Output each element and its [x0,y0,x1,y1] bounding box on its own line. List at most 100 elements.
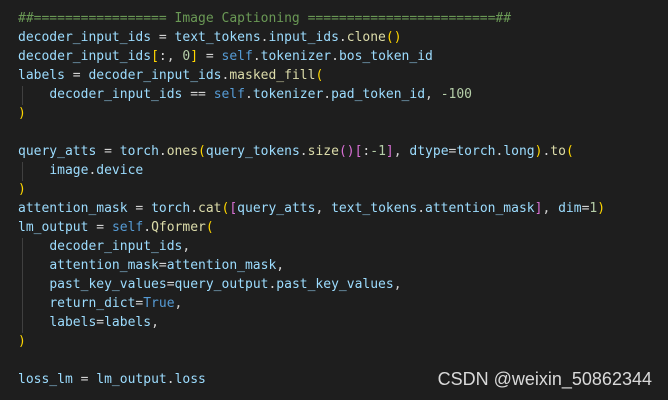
code-token: , [315,201,332,216]
code-token: ( [315,68,324,83]
code-line[interactable]: decoder_input_ids, [18,237,190,256]
code-line[interactable]: labels = decoder_input_ids.masked_fill( [18,66,323,85]
code-line[interactable]: ) [18,332,26,351]
code-token: [ [229,201,238,216]
code-token: ] [190,49,199,64]
code-token: pad_token_id [331,87,426,102]
code-token: loss_lm [18,372,73,387]
code-token: . [299,144,308,159]
code-token: to [550,144,566,159]
code-token: attention_mask [18,201,128,216]
code-token: decoder_input_ids [18,30,152,45]
code-token: , [276,258,285,273]
code-line[interactable]: loss_lm = lm_output.loss [18,370,206,389]
code-token: query_output [174,277,269,292]
code-line[interactable]: decoder_input_ids[:, 0] = self.tokenizer… [18,47,433,66]
indent-guide [22,86,23,105]
indent-guide [22,162,23,181]
code-token: () [385,30,402,45]
code-token: attention_mask [425,201,535,216]
code-token: . [331,49,339,64]
code-line[interactable]: attention_mask=attention_mask, [18,256,284,275]
code-token: bos_token_id [338,49,433,64]
code-line[interactable]: return_dict=True, [18,294,182,313]
code-token: torch [119,144,159,159]
code-token: torch [456,144,496,159]
code-token: input_ids [268,30,339,45]
code-token: . [158,144,167,159]
code-token: ) [597,201,606,216]
code-token: :, [158,49,183,64]
code-token: , [393,277,402,292]
code-token: == [182,87,214,102]
code-token: = [64,68,89,83]
code-token: decoder_input_ids [49,87,183,102]
code-editor[interactable]: ##================= Image Captioning ===… [0,0,668,400]
code-token: ( [565,144,574,159]
code-token: query_tokens [205,144,300,159]
code-token: clone [346,30,386,45]
code-token: long [503,144,535,159]
code-token: ) [18,334,26,349]
code-token: dim [558,201,582,216]
code-line[interactable]: image.device [18,161,143,180]
code-token: True [143,296,175,311]
code-token: = [72,372,97,387]
code-line[interactable]: labels=labels, [18,313,159,332]
code-token: . [143,220,152,235]
code-line[interactable]: decoder_input_ids == self.tokenizer.pad_… [18,85,472,104]
code-token: . [417,201,426,216]
code-token: . [245,87,253,102]
code-token: , [151,315,159,330]
code-token: -1 [370,144,386,159]
code-token: , [174,296,183,311]
code-token: tokenizer [260,49,332,64]
indent-guide [22,238,23,333]
code-line[interactable]: query_atts = torch.ones(query_tokens.siz… [18,142,574,161]
code-token: text_tokens [174,30,261,45]
code-token: query_atts [237,201,316,216]
code-token: lm_output [18,220,89,235]
code-line[interactable]: lm_output = self.Qformer( [18,218,214,237]
code-token: attention_mask [166,258,277,273]
code-token: attention_mask [49,258,159,273]
code-token: . [190,201,199,216]
code-line[interactable]: attention_mask = torch.cat([query_atts, … [18,199,605,218]
code-token: torch [151,201,191,216]
code-line[interactable]: ##================= Image Captioning ===… [18,9,511,28]
code-token: self [221,49,253,64]
code-token: ) [18,106,26,121]
code-token: cat [198,201,222,216]
code-token: decoder_input_ids [18,49,152,64]
code-token: , [393,144,410,159]
code-token: self [111,220,144,235]
code-token: () [338,144,355,159]
code-token: ( [205,220,214,235]
code-line[interactable]: ) [18,104,26,123]
code-token: ) [18,182,26,197]
code-token: masked_fill [229,68,316,83]
code-token: self [213,87,245,102]
code-line[interactable]: decoder_input_ids = text_tokens.input_id… [18,28,402,47]
code-token: , [542,201,559,216]
code-token: , [425,87,441,102]
code-line[interactable]: ) [18,180,26,199]
code-line[interactable]: past_key_values=query_output.past_key_va… [18,275,402,294]
code-token: = [151,30,175,45]
code-token: labels [49,315,97,330]
code-token: past_key_values [49,277,167,292]
code-token: , [182,239,191,254]
code-token: labels [104,315,152,330]
code-token: . [323,87,332,102]
code-token: = [96,144,120,159]
code-token: text_tokens [331,201,418,216]
code-token: dtype [409,144,449,159]
code-token: = [198,49,222,64]
code-token: [ [151,49,159,64]
code-token: query_atts [18,144,97,159]
code-token: = [127,201,152,216]
code-token: image [49,163,89,178]
code-token: lm_output [96,372,167,387]
watermark: CSDN @weixin_50862344 [437,369,652,389]
code-token: = [166,277,175,292]
